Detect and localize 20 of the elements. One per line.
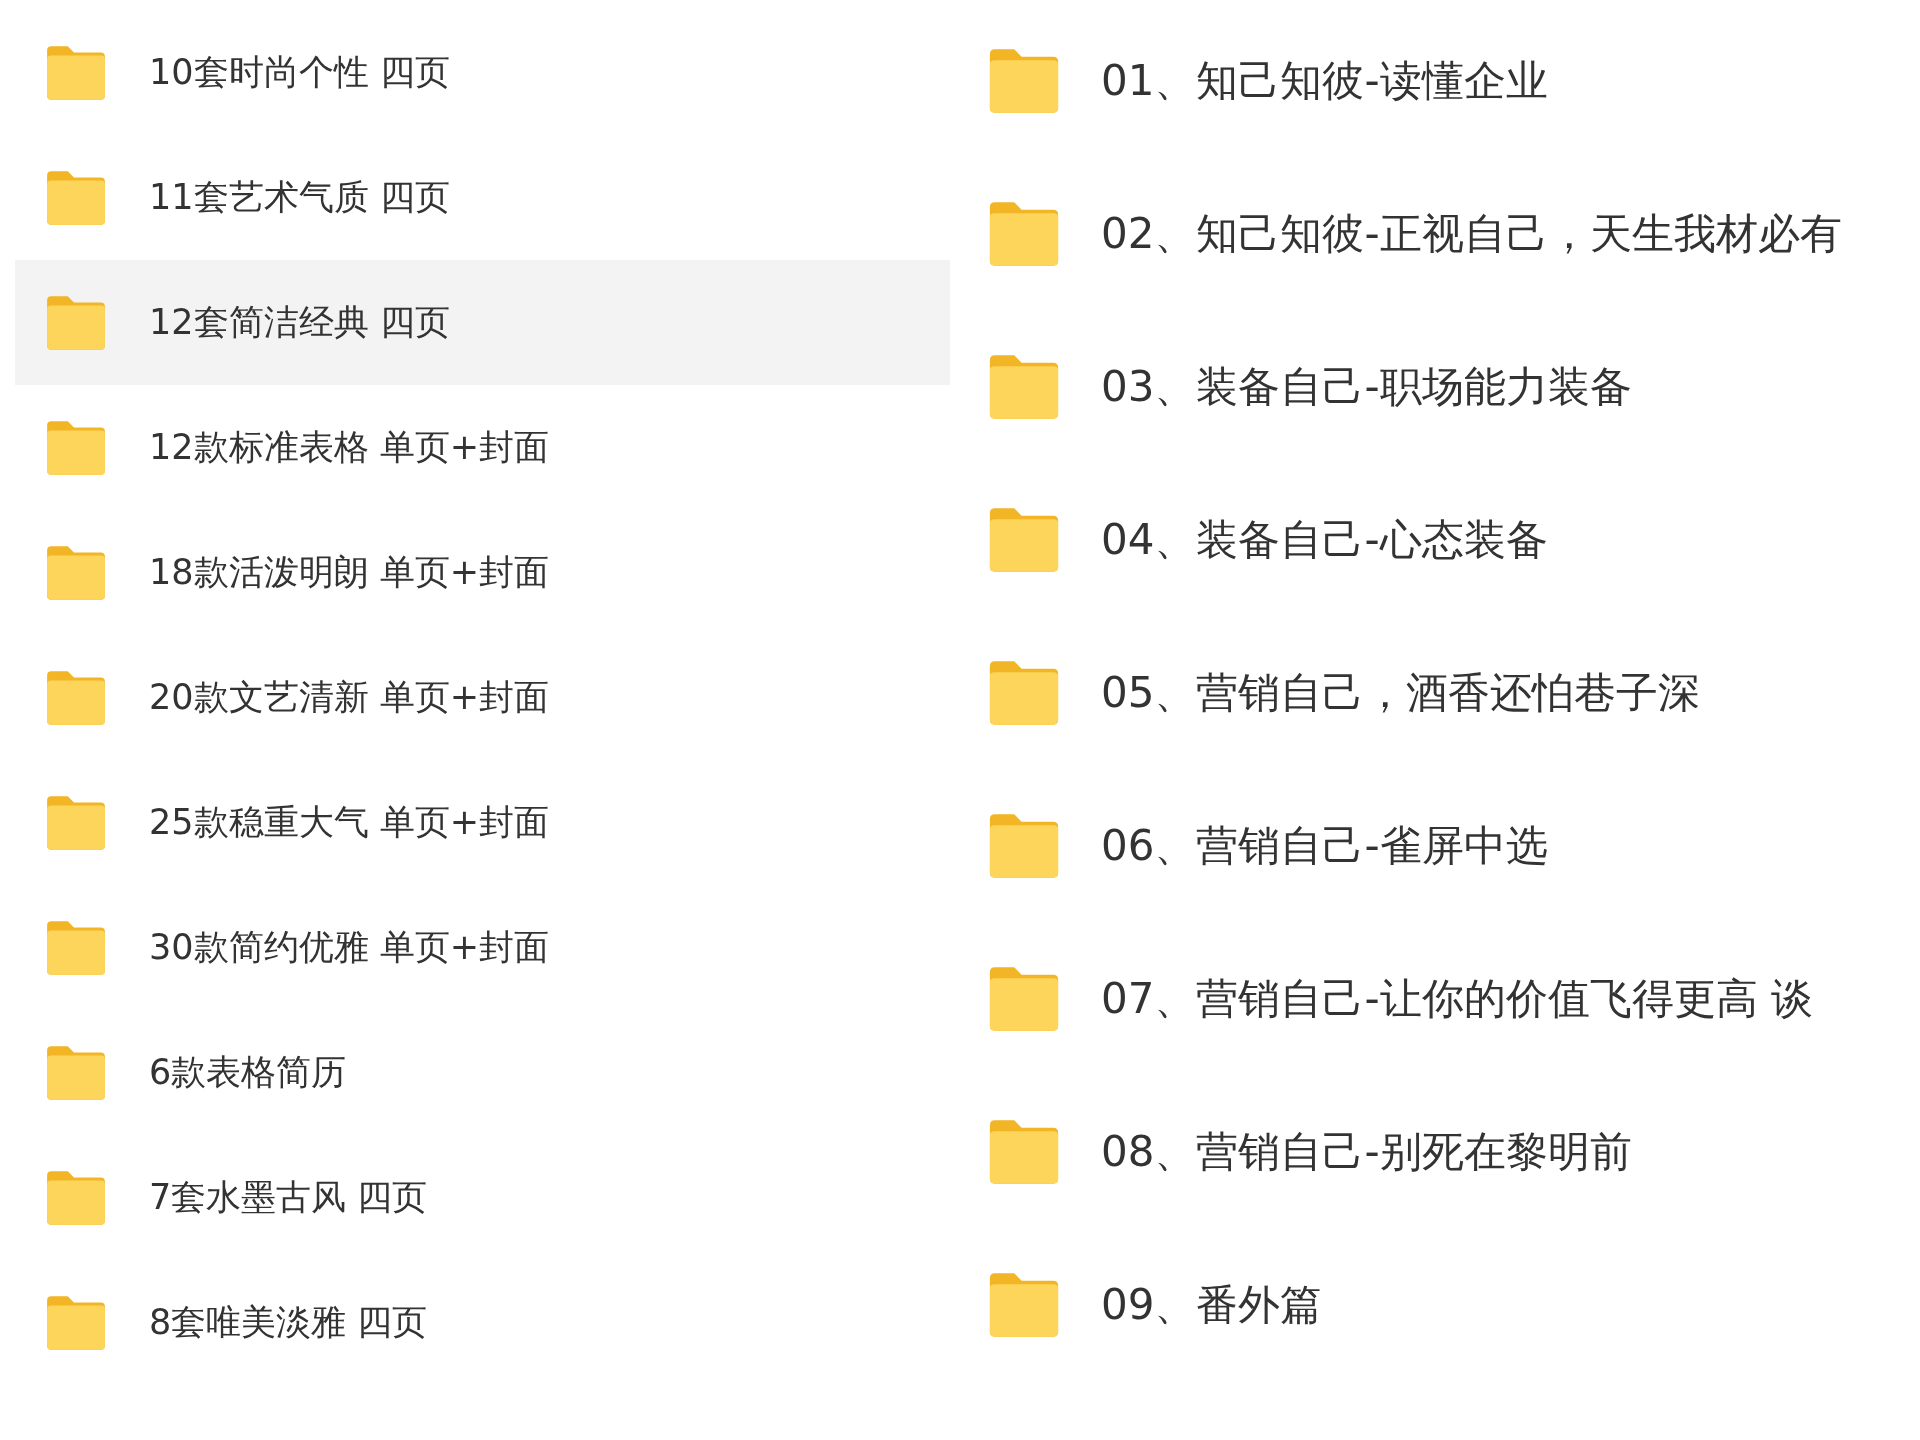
- folder-item[interactable]: 07、营销自己-让你的价值飞得更高 谈: [985, 922, 1920, 1075]
- folder-item[interactable]: 09、番外篇: [985, 1228, 1920, 1381]
- folder-item[interactable]: 01、知己知彼-读懂企业: [985, 4, 1920, 157]
- folder-item[interactable]: 18款活泼明朗 单页+封面: [15, 510, 950, 635]
- folder-item[interactable]: 04、装备自己-心态装备: [985, 463, 1920, 616]
- folder-item[interactable]: 6款表格简历: [15, 1010, 950, 1135]
- folder-item[interactable]: 03、装备自己-职场能力装备: [985, 310, 1920, 463]
- folder-item[interactable]: 12套简洁经典 四页: [15, 260, 950, 385]
- folder-item[interactable]: 08、营销自己-别死在黎明前: [985, 1075, 1920, 1228]
- folder-item[interactable]: 05、营销自己，酒香还怕巷子深: [985, 616, 1920, 769]
- folder-item[interactable]: 7套水墨古风 四页: [15, 1135, 950, 1260]
- folder-item[interactable]: 10套时尚个性 四页: [15, 10, 950, 135]
- folder-item[interactable]: 12款标准表格 单页+封面: [15, 385, 950, 510]
- folder-item[interactable]: 11套艺术气质 四页: [15, 135, 950, 260]
- folder-item[interactable]: 06、营销自己-雀屏中选: [985, 769, 1920, 922]
- folder-item[interactable]: 02、知己知彼-正视自己，天生我材必有: [985, 157, 1920, 310]
- folder-item[interactable]: 8套唯美淡雅 四页: [15, 1260, 950, 1385]
- folder-item[interactable]: 25款稳重大气 单页+封面: [15, 760, 950, 885]
- folder-item[interactable]: 20款文艺清新 单页+封面: [15, 635, 950, 760]
- folder-item[interactable]: 30款简约优雅 单页+封面: [15, 885, 950, 1010]
